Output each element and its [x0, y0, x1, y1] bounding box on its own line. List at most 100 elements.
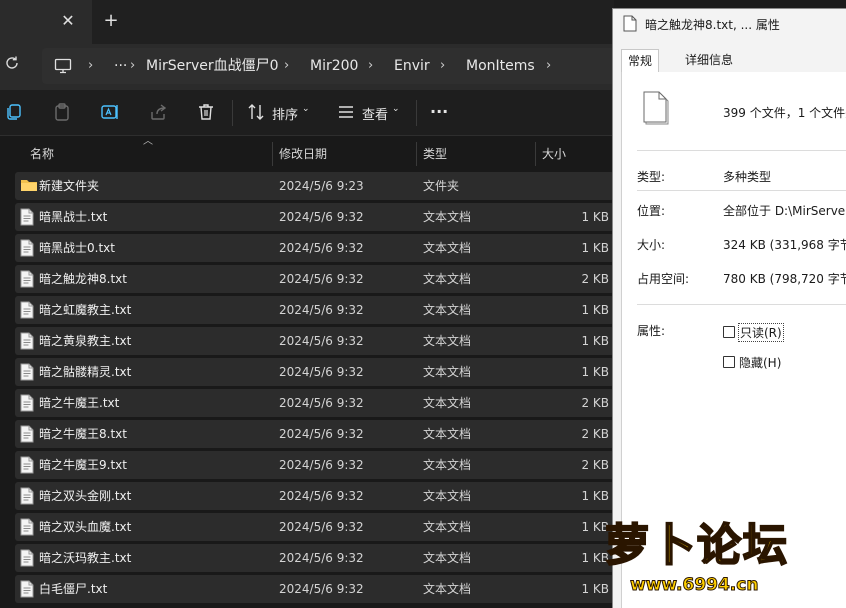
file-date: 2024/5/6 9:32: [279, 427, 364, 441]
share-icon[interactable]: [148, 102, 170, 124]
type-label: 类型:: [637, 170, 666, 184]
explorer-tab[interactable]: ✕: [0, 0, 92, 44]
column-header-type[interactable]: 类型: [423, 138, 447, 170]
readonly-label[interactable]: 只读(R): [738, 323, 784, 342]
address-row: › ··· › MirServer血战僵尸0 › Mir200 › Envir …: [0, 44, 614, 90]
text-file-icon: [20, 580, 36, 598]
new-tab-icon[interactable]: +: [100, 10, 122, 32]
view-button-label[interactable]: 查看: [362, 104, 388, 123]
title-bar: ✕ +: [0, 0, 614, 44]
file-type: 文本文档: [423, 458, 472, 472]
view-icon[interactable]: [336, 102, 358, 124]
disk-size-label: 占用空间:: [637, 272, 690, 286]
hidden-label[interactable]: 隐藏(H): [739, 354, 781, 371]
column-headers: ︿ 名称 修改日期 类型 大小: [0, 136, 614, 170]
text-file-icon: [20, 270, 36, 288]
file-type: 文本文档: [423, 489, 472, 503]
file-size: 2 KB: [581, 396, 609, 410]
size-value: 324 KB (331,968 字节): [723, 238, 846, 252]
text-file-icon: [20, 456, 36, 474]
breadcrumb-more[interactable]: ···: [114, 48, 127, 84]
column-divider[interactable]: [272, 142, 273, 166]
copy-icon[interactable]: [4, 102, 26, 124]
file-date: 2024/5/6 9:32: [279, 365, 364, 379]
file-row[interactable]: 暗之牛魔王.txt 2024/5/6 9:32 文本文档 2 KB: [15, 389, 614, 417]
paste-icon[interactable]: [52, 102, 74, 124]
column-header-name[interactable]: 名称: [30, 138, 54, 170]
file-name: 暗之触龙神8.txt: [39, 272, 127, 286]
file-size: 1 KB: [581, 334, 609, 348]
location-label: 位置:: [637, 204, 666, 218]
file-name: 暗黑战士0.txt: [39, 241, 115, 255]
address-bar[interactable]: › ··· › MirServer血战僵尸0 › Mir200 › Envir …: [42, 48, 614, 84]
text-file-icon: [20, 487, 36, 505]
divider: [637, 304, 846, 305]
type-value: 多种类型: [723, 170, 772, 184]
chevron-down-icon: ⌄: [392, 104, 400, 114]
file-date: 2024/5/6 9:32: [279, 210, 364, 224]
file-date: 2024/5/6 9:32: [279, 458, 364, 472]
refresh-icon[interactable]: [2, 55, 22, 75]
folder-icon: [20, 177, 37, 195]
text-file-icon: [20, 363, 36, 381]
file-row[interactable]: 暗之沃玛教主.txt 2024/5/6 9:32 文本文档 1 KB: [15, 544, 614, 572]
file-row[interactable]: 暗黑战士0.txt 2024/5/6 9:32 文本文档 1 KB: [15, 234, 614, 262]
tab-general[interactable]: 常规: [621, 49, 660, 74]
file-row[interactable]: 暗之双头血魔.txt 2024/5/6 9:32 文本文档 1 KB: [15, 513, 614, 541]
file-row[interactable]: 白毛僵尸.txt 2024/5/6 9:32 文本文档 1 KB: [15, 575, 614, 603]
file-name: 暗之沃玛教主.txt: [39, 551, 132, 565]
file-row[interactable]: 暗之触龙神8.txt 2024/5/6 9:32 文本文档 2 KB: [15, 265, 614, 293]
file-date: 2024/5/6 9:32: [279, 551, 364, 565]
tab-details[interactable]: 详细信息: [679, 49, 739, 73]
file-row[interactable]: 暗之骷髅精灵.txt 2024/5/6 9:32 文本文档 1 KB: [15, 358, 614, 386]
sort-button-label[interactable]: 排序: [272, 104, 298, 123]
location-value[interactable]: 全部位于 D:\MirServer: [723, 202, 846, 219]
file-type: 文本文档: [423, 551, 472, 565]
breadcrumb-item-envir[interactable]: Envir: [394, 48, 430, 84]
file-type: 文本文档: [423, 520, 472, 534]
column-divider[interactable]: [416, 142, 417, 166]
file-name: 白毛僵尸.txt: [39, 582, 108, 596]
breadcrumb-item-mir200[interactable]: Mir200: [310, 48, 358, 84]
file-row[interactable]: 暗之黄泉教主.txt 2024/5/6 9:32 文本文档 1 KB: [15, 327, 614, 355]
rename-icon[interactable]: [100, 102, 122, 124]
this-pc-icon[interactable]: [54, 48, 72, 84]
chevron-right-icon: ›: [284, 58, 290, 73]
file-row[interactable]: 暗之双头金刚.txt 2024/5/6 9:32 文本文档 1 KB: [15, 482, 614, 510]
sort-icon[interactable]: [246, 102, 268, 124]
file-explorer-window: ✕ + › ··· › MirServer血战僵尸0 › Mir200 › En…: [0, 0, 614, 608]
file-row[interactable]: 暗之虹魔教主.txt 2024/5/6 9:32 文本文档 1 KB: [15, 296, 614, 324]
file-date: 2024/5/6 9:32: [279, 489, 364, 503]
file-row[interactable]: 暗之牛魔王9.txt 2024/5/6 9:32 文本文档 2 KB: [15, 451, 614, 479]
file-type: 文本文档: [423, 334, 472, 348]
breadcrumb-item-monitems[interactable]: MonItems: [466, 48, 535, 84]
column-divider[interactable]: [535, 142, 536, 166]
chevron-right-icon: ›: [368, 58, 374, 73]
text-file-icon: [20, 518, 36, 536]
file-date: 2024/5/6 9:32: [279, 334, 364, 348]
more-options-button[interactable]: ···: [430, 102, 448, 121]
text-file-icon: [20, 208, 36, 226]
file-row[interactable]: 暗之牛魔王8.txt 2024/5/6 9:32 文本文档 2 KB: [15, 420, 614, 448]
hidden-checkbox[interactable]: [723, 356, 735, 368]
column-header-size[interactable]: 大小: [542, 138, 566, 170]
file-date: 2024/5/6 9:32: [279, 520, 364, 534]
chevron-right-icon: ›: [440, 58, 446, 73]
text-file-icon: [20, 332, 36, 350]
file-date: 2024/5/6 9:32: [279, 241, 364, 255]
file-size: 1 KB: [581, 582, 609, 596]
delete-icon[interactable]: [196, 102, 218, 124]
column-header-date[interactable]: 修改日期: [279, 138, 327, 170]
readonly-checkbox[interactable]: [723, 326, 735, 338]
properties-dialog: 暗之触龙神8.txt, ... 属性 常规 详细信息 399 个文件，1 个文件…: [612, 8, 846, 608]
file-row[interactable]: 暗黑战士.txt 2024/5/6 9:32 文本文档 1 KB: [15, 203, 614, 231]
file-row[interactable]: 新建文件夹 2024/5/6 9:23 文件夹: [15, 172, 614, 200]
file-name: 暗之虹魔教主.txt: [39, 303, 132, 317]
file-type: 文本文档: [423, 396, 472, 410]
breadcrumb-item-mirserver[interactable]: MirServer血战僵尸0: [146, 48, 279, 84]
file-name: 新建文件夹: [39, 179, 100, 193]
close-tab-icon[interactable]: ✕: [58, 10, 78, 32]
file-size: 1 KB: [581, 210, 609, 224]
file-size: 1 KB: [581, 365, 609, 379]
chevron-down-icon: ⌄: [302, 104, 310, 114]
